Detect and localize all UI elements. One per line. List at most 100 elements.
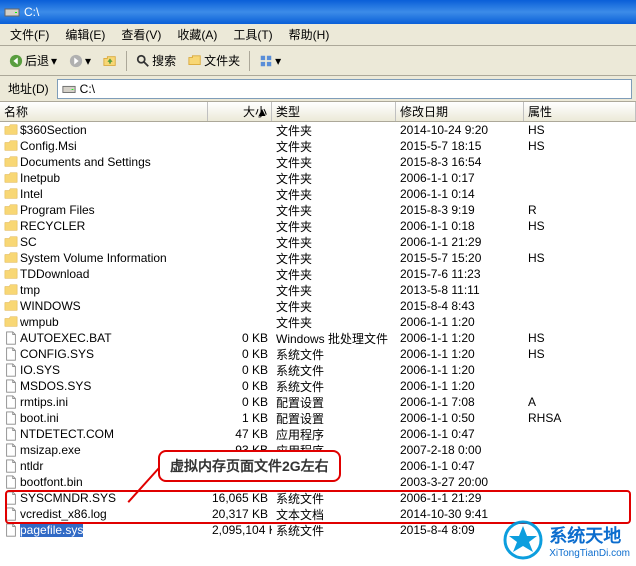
file-row[interactable]: CONFIG.SYS0 KB系统文件2006-1-1 1:20HS — [0, 346, 636, 362]
file-row[interactable]: vcredist_x86.log20,317 KB文本文档2014-10-30 … — [0, 506, 636, 522]
address-bar: 地址(D) C:\ — [0, 76, 636, 102]
file-row[interactable]: wmpub文件夹2006-1-1 1:20 — [0, 314, 636, 330]
file-row[interactable]: System Volume Information文件夹2015-5-7 15:… — [0, 250, 636, 266]
menu-help[interactable]: 帮助(H) — [281, 24, 338, 45]
cell-type: 配置设置 — [272, 410, 396, 427]
file-list[interactable]: $360Section文件夹2014-10-24 9:20HSConfig.Ms… — [0, 122, 636, 566]
cell-type: 文件夹 — [272, 154, 396, 171]
up-button[interactable] — [98, 51, 122, 71]
header-name[interactable]: 名称 — [0, 102, 208, 121]
cell-size: 300 KB — [208, 459, 272, 473]
search-button[interactable]: 搜索 — [131, 49, 181, 72]
file-row[interactable]: WINDOWS文件夹2015-8-4 8:43 — [0, 298, 636, 314]
file-row[interactable]: rmtips.ini0 KB配置设置2006-1-1 7:08A — [0, 394, 636, 410]
cell-attr: HS — [524, 251, 636, 265]
cell-type: 文件夹 — [272, 234, 396, 251]
chevron-down-icon: ▾ — [51, 54, 57, 68]
file-row[interactable]: NTDETECT.COM47 KB应用程序2006-1-1 0:47 — [0, 426, 636, 442]
cell-date: 2007-2-18 0:00 — [396, 443, 524, 457]
folder-icon — [4, 299, 18, 313]
file-row[interactable]: Inetpub文件夹2006-1-1 0:17 — [0, 170, 636, 186]
cell-type: 系统文件 — [272, 490, 396, 507]
file-name: SYSCMNDR.SYS — [20, 491, 116, 505]
menu-view[interactable]: 查看(V) — [113, 24, 169, 45]
file-row[interactable]: Config.Msi文件夹2015-5-7 18:15HS — [0, 138, 636, 154]
cell-type: 系统文件 — [272, 458, 396, 475]
file-name: IO.SYS — [20, 363, 60, 377]
header-type[interactable]: 类型 — [272, 102, 396, 121]
file-row[interactable]: Documents and Settings文件夹2015-8-3 16:54 — [0, 154, 636, 170]
cell-type: 文件夹 — [272, 282, 396, 299]
folder-icon — [4, 139, 18, 153]
file-row[interactable]: boot.ini1 KB配置设置2006-1-1 0:50RHSA — [0, 410, 636, 426]
file-name: MSDOS.SYS — [20, 379, 91, 393]
menu-file[interactable]: 文件(F) — [2, 24, 57, 45]
file-name: System Volume Information — [20, 251, 167, 265]
cell-type: 文件夹 — [272, 314, 396, 331]
menu-edit[interactable]: 编辑(E) — [57, 24, 113, 45]
file-icon — [4, 395, 18, 409]
file-row[interactable]: ntldr300 KB系统文件2006-1-1 0:47 — [0, 458, 636, 474]
cell-type: 应用程序 — [272, 426, 396, 443]
file-icon — [4, 379, 18, 393]
folders-button[interactable]: 文件夹 — [183, 49, 245, 72]
file-row[interactable]: IO.SYS0 KB系统文件2006-1-1 1:20 — [0, 362, 636, 378]
file-row[interactable]: AUTOEXEC.BAT0 KBWindows 批处理文件2006-1-1 1:… — [0, 330, 636, 346]
cell-date: 2003-3-27 20:00 — [396, 475, 524, 489]
sort-asc-icon: ▲ — [256, 105, 268, 119]
header-attr[interactable]: 属性 — [524, 102, 636, 121]
drive-icon — [4, 4, 20, 20]
file-row[interactable]: tmp文件夹2013-5-8 11:11 — [0, 282, 636, 298]
forward-icon — [69, 54, 83, 68]
cell-size: 0 KB — [208, 379, 272, 393]
views-button[interactable]: ▾ — [254, 51, 286, 71]
cell-attr: A — [524, 395, 636, 409]
file-row[interactable]: RECYCLER文件夹2006-1-1 0:18HS — [0, 218, 636, 234]
search-icon — [136, 54, 150, 68]
chevron-down-icon: ▾ — [85, 54, 91, 68]
file-name: wmpub — [20, 315, 59, 329]
file-row[interactable]: $360Section文件夹2014-10-24 9:20HS — [0, 122, 636, 138]
header-date[interactable]: 修改日期 — [396, 102, 524, 121]
file-row[interactable]: SYSCMNDR.SYS16,065 KB系统文件2006-1-1 21:29 — [0, 490, 636, 506]
back-button[interactable]: 后退 ▾ — [4, 49, 62, 72]
column-headers: 名称 大小▲ 类型 修改日期 属性 — [0, 102, 636, 122]
cell-type: 文件夹 — [272, 122, 396, 139]
menu-tools[interactable]: 工具(T) — [225, 24, 280, 45]
toolbar: 后退 ▾ ▾ 搜索 文件夹 ▾ — [0, 46, 636, 76]
file-name: bootfont.bin — [20, 475, 83, 489]
cell-date: 2014-10-30 9:41 — [396, 507, 524, 521]
cell-size: 20,317 KB — [208, 507, 272, 521]
address-combo[interactable]: C:\ — [57, 79, 632, 99]
forward-button[interactable]: ▾ — [64, 51, 96, 71]
menubar: 文件(F) 编辑(E) 查看(V) 收藏(A) 工具(T) 帮助(H) — [0, 24, 636, 46]
cell-size: 0 KB — [208, 347, 272, 361]
cell-date: 2006-1-1 1:20 — [396, 347, 524, 361]
file-row[interactable]: bootfont.bin 2003-3-27 20:00 — [0, 474, 636, 490]
cell-type: 应用程序 — [272, 442, 396, 459]
folder-icon — [4, 267, 18, 281]
folder-icon — [4, 171, 18, 185]
cell-date: 2015-5-7 18:15 — [396, 139, 524, 153]
cell-type: 文件夹 — [272, 186, 396, 203]
file-row[interactable]: Program Files文件夹2015-8-3 9:19R — [0, 202, 636, 218]
cell-type: 系统文件 — [272, 522, 396, 539]
file-name: CONFIG.SYS — [20, 347, 94, 361]
cell-size: 0 KB — [208, 363, 272, 377]
file-row[interactable]: TDDownload文件夹2015-7-6 11:23 — [0, 266, 636, 282]
cell-date: 2015-7-6 11:23 — [396, 267, 524, 281]
file-row[interactable]: pagefile.sys2,095,104 KB系统文件2015-8-4 8:0… — [0, 522, 636, 538]
file-row[interactable]: MSDOS.SYS0 KB系统文件2006-1-1 1:20 — [0, 378, 636, 394]
file-row[interactable]: msizap.exe93 KB应用程序2007-2-18 0:00 — [0, 442, 636, 458]
file-icon — [4, 459, 18, 473]
menu-favorites[interactable]: 收藏(A) — [169, 24, 225, 45]
file-name: $360Section — [20, 123, 87, 137]
folder-icon — [4, 155, 18, 169]
file-row[interactable]: Intel文件夹2006-1-1 0:14 — [0, 186, 636, 202]
file-name: pagefile.sys — [20, 523, 83, 537]
cell-attr: HS — [524, 219, 636, 233]
header-size[interactable]: 大小▲ — [208, 102, 272, 121]
file-row[interactable]: SC文件夹2006-1-1 21:29 — [0, 234, 636, 250]
cell-date: 2006-1-1 21:29 — [396, 491, 524, 505]
cell-type: 文件夹 — [272, 250, 396, 267]
